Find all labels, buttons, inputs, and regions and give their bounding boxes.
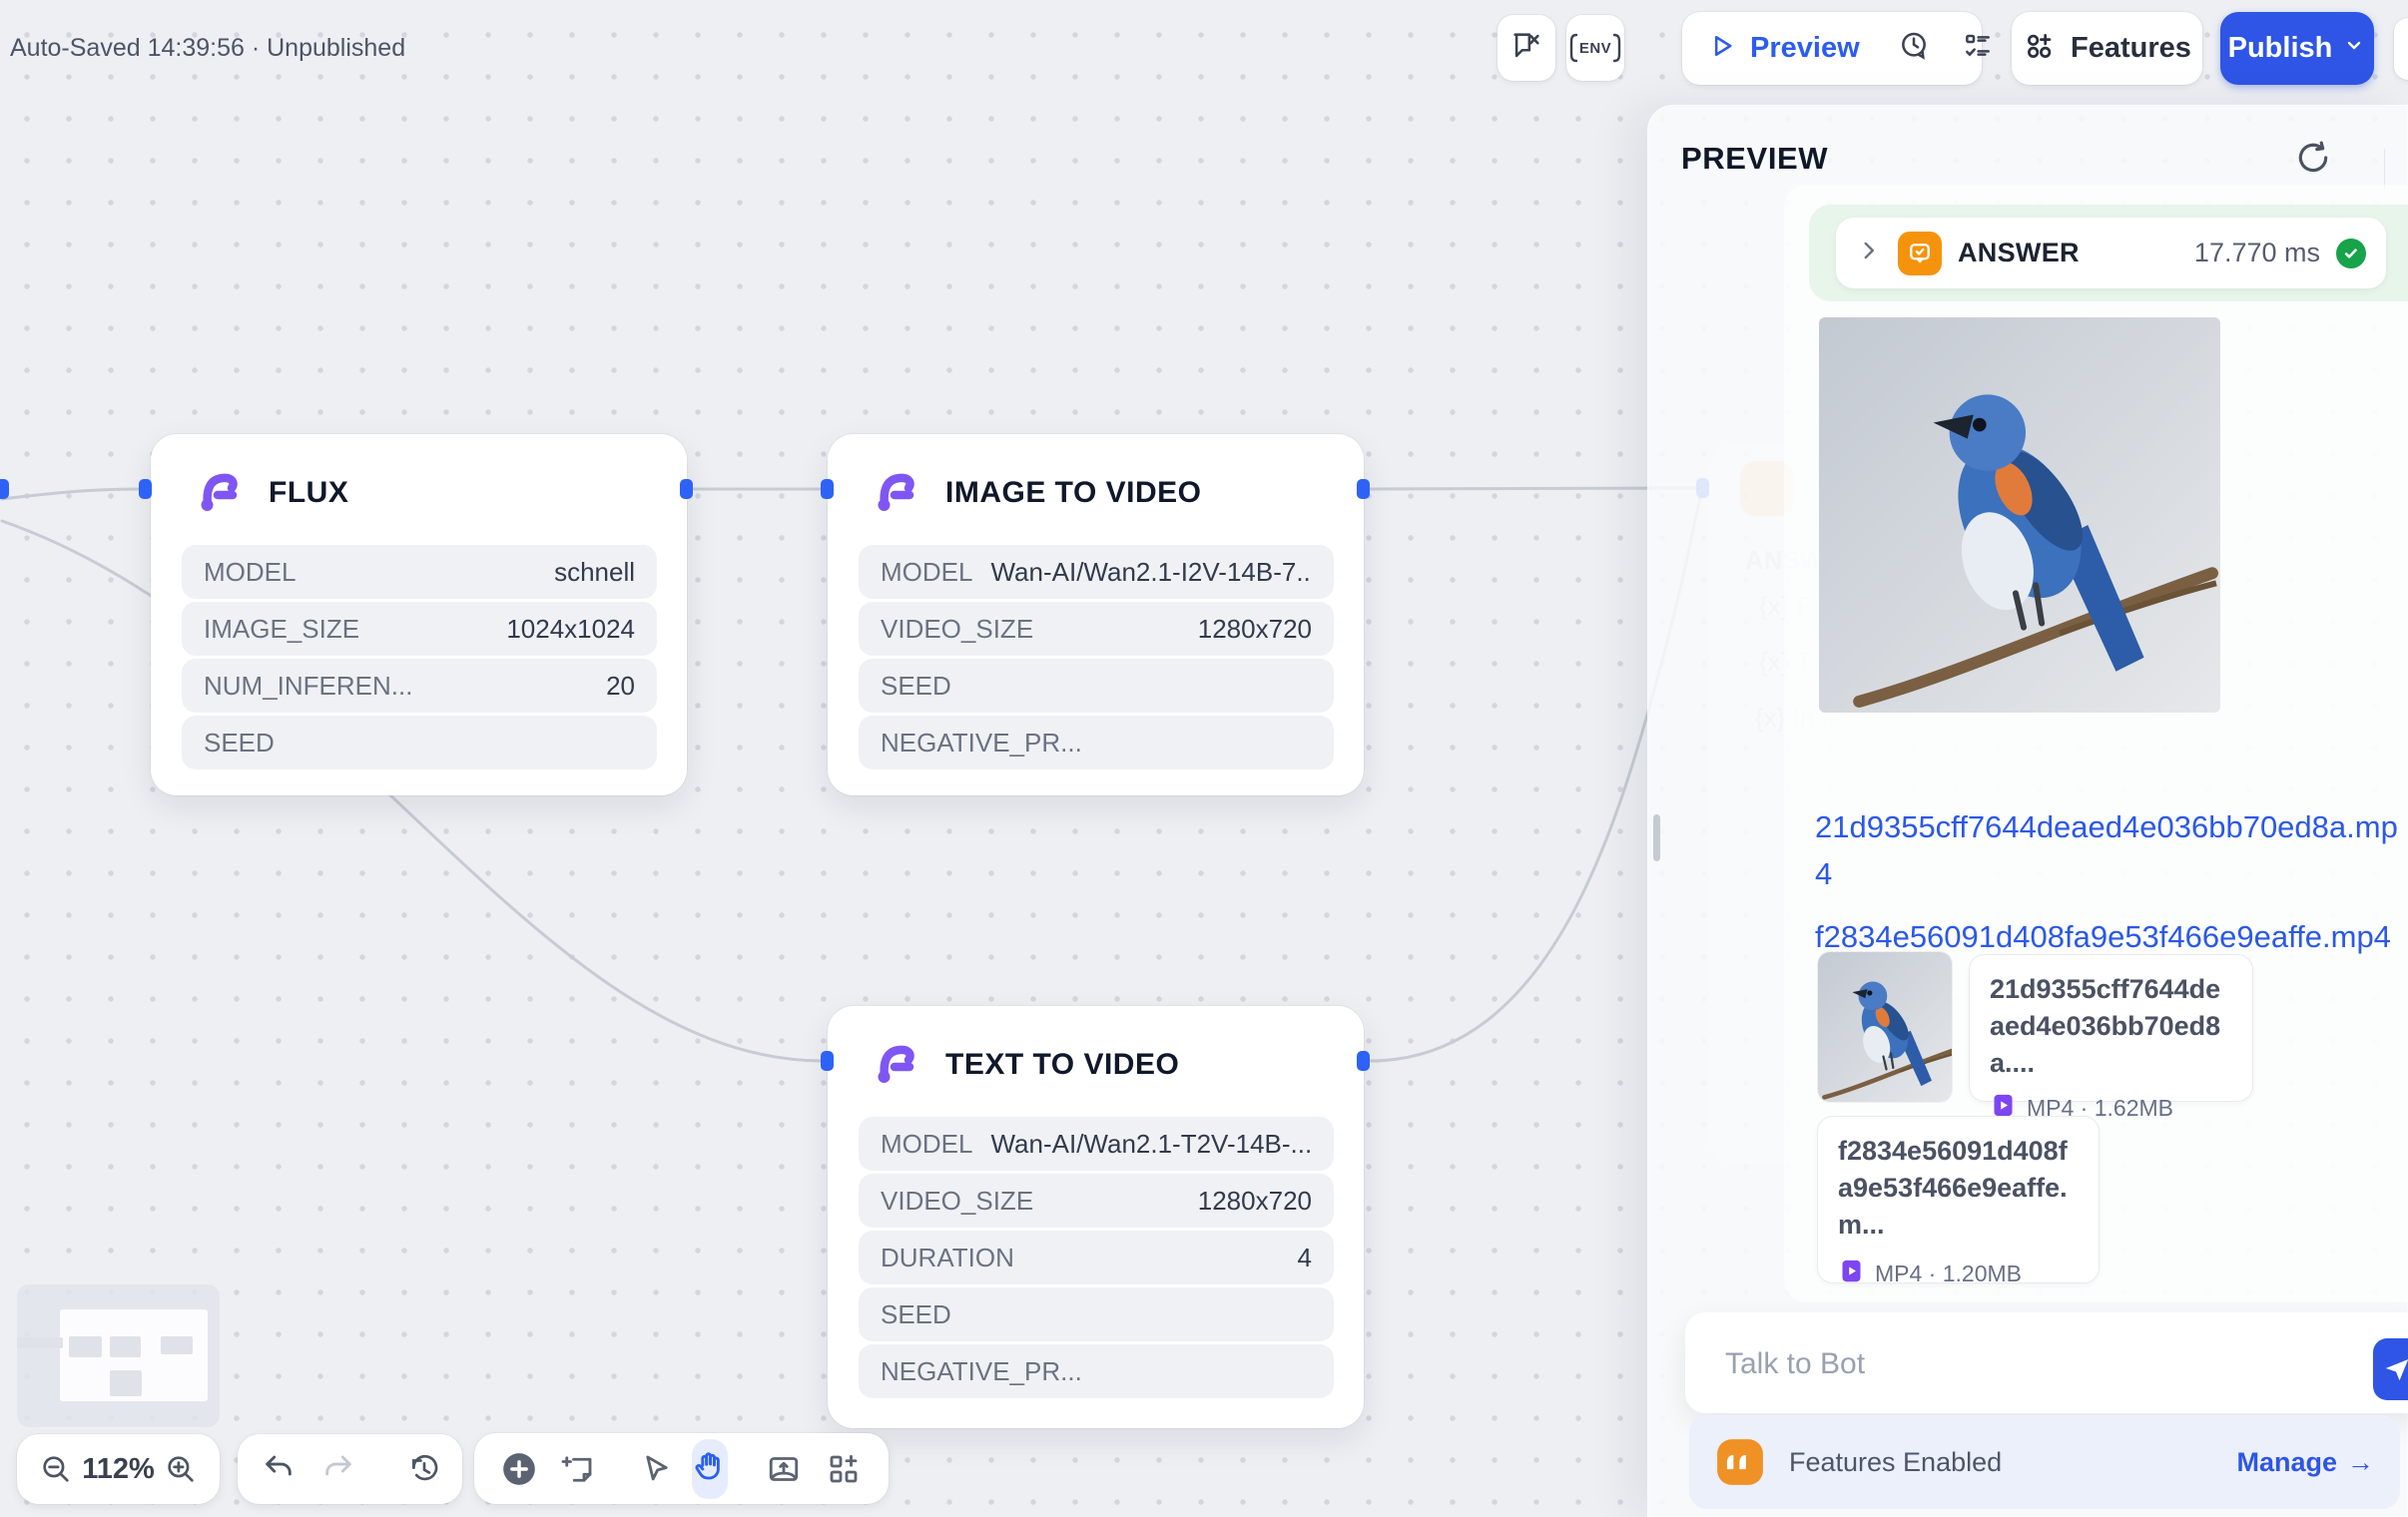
export-image-button[interactable] <box>766 1451 802 1487</box>
workflow-app: ANSW... {x} F... {x} T... {x} In... FLUX… <box>0 0 2408 1517</box>
param-row: IMAGE_SIZE 1024x1024 <box>182 602 657 656</box>
zoom-level: 112% <box>82 1453 155 1486</box>
arrow-right-icon: → <box>2347 1447 2374 1478</box>
zoom-out-button[interactable] <box>39 1452 73 1486</box>
param-row: DURATION 4 <box>859 1231 1334 1284</box>
flux-input-handle[interactable] <box>139 479 152 499</box>
answer-latency: 17.770 ms <box>2194 238 2320 268</box>
answer-process-row[interactable]: ANSWER 17.770 ms <box>1836 218 2386 288</box>
chat-input-bar <box>1685 1312 2408 1413</box>
chevron-right-icon <box>1856 238 1882 268</box>
answer-node-icon <box>1898 232 1942 275</box>
preview-panel: PREVIEW ANSWER 17.770 ms <box>1647 105 2408 1517</box>
clock-history-icon <box>1898 30 1930 67</box>
param-row: MODEL Wan-AI/Wan2.1-I2V-14B-7... <box>859 545 1334 599</box>
overflow-button[interactable] <box>2394 18 2408 80</box>
preview-button[interactable]: Preview <box>1682 32 1860 65</box>
param-row: SEED <box>859 659 1334 713</box>
file-name: 21d9355cff7644deaed4e036bb70ed8a.... <box>1990 971 2232 1082</box>
checklist-button[interactable] <box>1946 30 2010 67</box>
run-history-button[interactable] <box>1880 30 1946 67</box>
features-enabled-bar: Features Enabled Manage → <box>1689 1415 2400 1509</box>
hand-tool-button[interactable] <box>692 1439 728 1499</box>
add-node-button[interactable] <box>500 1450 538 1488</box>
features-enabled-label: Features Enabled <box>1789 1447 2002 1478</box>
features-icon <box>2023 29 2057 68</box>
play-icon <box>1708 32 1736 65</box>
send-button[interactable] <box>2373 1338 2408 1400</box>
param-row: NUM_INFEREN... 20 <box>182 659 657 713</box>
t2v-input-handle[interactable] <box>821 1051 834 1071</box>
restart-button[interactable] <box>2294 139 2332 177</box>
zoom-in-button[interactable] <box>164 1452 198 1486</box>
node-text-to-video[interactable]: TEXT TO VIDEO MODEL Wan-AI/Wan2.1-T2V-14… <box>828 1006 1364 1428</box>
env-icon: ENV <box>1569 33 1621 63</box>
start-output-handle[interactable] <box>0 479 9 499</box>
success-check-icon <box>2336 239 2366 268</box>
file-name: f2834e56091d408fa9e53f466e9eaffe.m... <box>1838 1133 2079 1244</box>
zoom-control: 112% <box>17 1434 220 1504</box>
history-control <box>238 1434 462 1504</box>
chevron-down-icon <box>2342 32 2366 65</box>
undo-button[interactable] <box>262 1452 296 1486</box>
file-meta: MP4 · 1.20MB <box>1875 1261 2022 1287</box>
param-row: SEED <box>859 1287 1334 1341</box>
param-row: MODEL schnell <box>182 545 657 599</box>
node-image-to-video[interactable]: IMAGE TO VIDEO MODEL Wan-AI/Wan2.1-I2V-1… <box>828 434 1364 795</box>
i2v-output-handle[interactable] <box>1357 479 1370 499</box>
file-card[interactable]: f2834e56091d408fa9e53f466e9eaffe.m... MP… <box>1817 1116 2100 1283</box>
node-flux[interactable]: FLUX MODEL schnell IMAGE_SIZE 1024x1024 … <box>151 434 687 795</box>
canvas-toolbar <box>474 1433 889 1504</box>
auto-layout-button[interactable] <box>826 1451 862 1487</box>
param-row: MODEL Wan-AI/Wan2.1-T2V-14B-... <box>859 1117 1334 1171</box>
answer-node-label: ANSWER <box>1958 238 2080 268</box>
result-links: 21d9355cff7644deaed4e036bb70ed8a.mp4 f28… <box>1815 803 2408 976</box>
minimap-viewport[interactable] <box>60 1309 208 1401</box>
hand-icon <box>692 1448 728 1489</box>
publish-button[interactable]: Publish <box>2220 12 2374 85</box>
workflow-process-container: ANSWER 17.770 ms <box>1809 205 2408 301</box>
preview-run-pill: Preview <box>1682 12 1982 85</box>
features-button[interactable]: Features <box>2012 12 2202 85</box>
file-card[interactable]: 21d9355cff7644deaed4e036bb70ed8a.... MP4… <box>1969 954 2253 1102</box>
panel-scrollbar[interactable] <box>1653 814 1660 861</box>
fal-logo-icon <box>195 466 243 519</box>
annotation-toggle-button[interactable] <box>1498 15 1555 81</box>
t2v-output-handle[interactable] <box>1357 1051 1370 1071</box>
version-history-button[interactable] <box>407 1452 441 1486</box>
fal-logo-icon <box>872 1038 919 1091</box>
redo-button[interactable] <box>321 1452 355 1486</box>
fal-logo-icon <box>872 466 919 519</box>
param-row: NEGATIVE_PR... <box>859 716 1334 769</box>
checklist-icon <box>1962 30 1994 67</box>
quote-icon <box>1715 1436 1765 1488</box>
param-row: NEGATIVE_PR... <box>859 1344 1334 1398</box>
node-title: FLUX <box>269 476 348 510</box>
preview-panel-title: PREVIEW <box>1681 141 1828 177</box>
param-row: VIDEO_SIZE 1280x720 <box>859 1174 1334 1228</box>
minimap[interactable] <box>17 1284 220 1427</box>
video-link[interactable]: 21d9355cff7644deaed4e036bb70ed8a.mp4 <box>1815 803 2408 897</box>
pointer-tool-button[interactable] <box>640 1452 674 1486</box>
autosave-status: Auto-Saved 14:39:56 · Unpublished <box>10 34 405 63</box>
node-title: IMAGE TO VIDEO <box>945 476 1201 510</box>
node-title: TEXT TO VIDEO <box>945 1048 1179 1082</box>
panel-header-divider <box>2384 149 2385 189</box>
image-attachment-thumbnail[interactable] <box>1818 952 1952 1102</box>
edge-start-to-flux <box>2 489 140 499</box>
add-note-button[interactable] <box>560 1451 596 1487</box>
flux-output-handle[interactable] <box>680 479 693 499</box>
param-row: VIDEO_SIZE 1280x720 <box>859 602 1334 656</box>
param-row: SEED <box>182 716 657 769</box>
generated-image[interactable] <box>1819 317 2220 713</box>
env-variables-button[interactable]: ENV <box>1566 15 1624 81</box>
chat-input[interactable] <box>1723 1312 2286 1415</box>
i2v-input-handle[interactable] <box>821 479 834 499</box>
video-file-icon <box>1838 1258 1865 1290</box>
manage-features-link[interactable]: Manage → <box>2236 1447 2374 1478</box>
chat-x-icon <box>1509 29 1543 68</box>
